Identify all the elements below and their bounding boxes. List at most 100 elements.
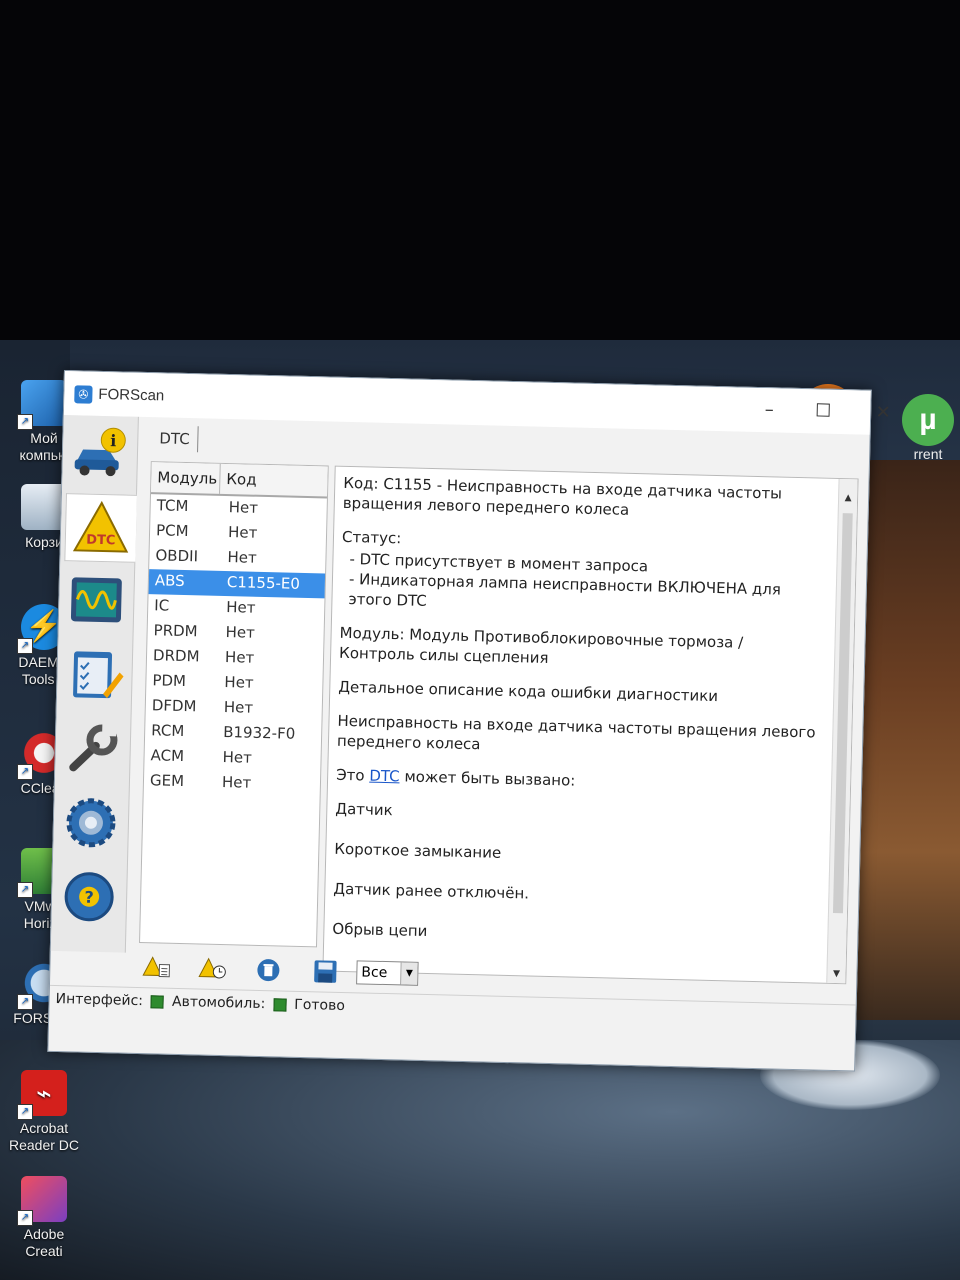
wrench-icon <box>69 724 118 772</box>
dtc-warning-icon: DTC <box>72 500 129 553</box>
chevron-down-icon[interactable]: ▼ <box>400 962 418 985</box>
nav-help[interactable]: ? <box>55 863 123 931</box>
computer-icon: ↗ <box>17 380 67 430</box>
svg-text:i: i <box>110 431 117 450</box>
column-header-code[interactable]: Код <box>220 464 263 495</box>
nav-service[interactable] <box>61 641 129 709</box>
interface-label: Интерфейс: <box>55 990 144 1010</box>
scroll-down-icon[interactable]: ▼ <box>830 969 842 979</box>
description-text: Неисправность на входе датчика частоты в… <box>336 711 816 754</box>
module-name: TCM <box>156 496 189 516</box>
minimize-button[interactable]: – <box>746 394 793 427</box>
desktop-icon-adobe-creative-cloud[interactable]: ↗ Adobe Creati <box>6 1176 82 1260</box>
desktop-icon-label: rrent <box>913 446 943 462</box>
tab-dtc[interactable]: DTC <box>151 425 199 453</box>
column-header-module[interactable]: Модуль <box>151 462 221 494</box>
filter-select[interactable]: Все ▼ <box>356 960 419 986</box>
nav-configuration[interactable] <box>59 715 127 783</box>
table-row[interactable]: GEM Нет <box>144 769 321 798</box>
dtc-info-button[interactable] <box>138 953 175 982</box>
settings-gear-icon <box>66 798 116 848</box>
desktop-icon-label: Adobe Creati <box>23 1226 65 1259</box>
module-code: Нет <box>221 772 252 792</box>
help-wheel-icon: ? <box>64 872 114 922</box>
nav-vehicle-info[interactable]: i <box>66 419 134 487</box>
module-code: Нет <box>222 747 253 767</box>
module-name: ACM <box>150 746 185 766</box>
dtc-link[interactable]: DTC <box>369 767 400 786</box>
acrobat-icon: ⌁ ↗ <box>17 1070 67 1120</box>
module-code: C1155-E0 <box>226 573 301 593</box>
module-name: GEM <box>149 771 185 791</box>
cause-item: Датчик ранее отключён. <box>333 879 530 903</box>
module-name: PDM <box>152 671 187 691</box>
shortcut-arrow-icon: ↗ <box>17 638 33 654</box>
cause-suffix: может быть вызвано: <box>404 767 576 790</box>
shortcut-arrow-icon: ↗ <box>17 1210 33 1226</box>
shortcut-arrow-icon: ↗ <box>17 994 33 1010</box>
module-code: Нет <box>224 673 254 692</box>
oscilloscope-icon <box>70 577 122 623</box>
nav-dtc[interactable]: DTC <box>64 493 137 563</box>
module-name: ABS <box>154 571 185 591</box>
shortcut-arrow-icon: ↗ <box>17 414 33 430</box>
module-name: OBDII <box>155 546 199 566</box>
dtc-code-line: Код: C1155 - Неисправность на входе датч… <box>342 473 783 519</box>
side-navigation: i DTC ? <box>50 415 139 953</box>
forscan-window: ✇ FORScan – ☐ ✕ i DTC ? DTC Модуль Код T… <box>47 370 891 1072</box>
save-button[interactable] <box>306 957 343 986</box>
svg-text:?: ? <box>84 888 94 907</box>
forscan-app-icon: ✇ <box>74 385 93 404</box>
utorrent-icon: µ <box>902 394 954 446</box>
dtc-icon-text: DTC <box>86 533 116 549</box>
filter-select-value: Все <box>361 964 388 982</box>
clear-dtc-button[interactable] <box>250 956 287 985</box>
vehicle-status-led <box>273 997 287 1012</box>
module-name: RCM <box>151 721 185 741</box>
bottom-toolbar: Все ▼ <box>138 951 419 990</box>
ready-label: Готово <box>294 996 346 1015</box>
clear-trash-icon <box>257 959 280 982</box>
shortcut-arrow-icon: ↗ <box>17 1104 33 1120</box>
dtc-detail-text: Код: C1155 - Неисправность на входе датч… <box>332 473 824 965</box>
warning-clock-icon <box>198 957 226 979</box>
interface-status-led <box>150 994 165 1009</box>
save-disk-icon <box>314 960 337 983</box>
module-name: DRDM <box>152 646 200 666</box>
warning-list-icon <box>142 956 171 978</box>
tab-strip: DTC <box>151 425 199 456</box>
checklist-icon <box>73 651 124 699</box>
module-line: Модуль: Модуль Противоблокировочные торм… <box>338 623 744 667</box>
maximize-button[interactable]: ☐ <box>800 395 847 428</box>
cause-item: Датчик <box>335 799 393 820</box>
nav-settings[interactable] <box>57 789 125 857</box>
module-code: Нет <box>228 498 259 517</box>
module-code: Нет <box>224 648 255 667</box>
desktop-icon-label: Acrobat Reader DC <box>8 1120 80 1153</box>
module-code: B1932-F0 <box>222 723 296 743</box>
desktop-icon-acrobat-reader[interactable]: ⌁ ↗ Acrobat Reader DC <box>6 1070 82 1154</box>
module-name: DFDM <box>151 696 197 716</box>
dtc-refresh-button[interactable] <box>194 954 231 983</box>
module-code: Нет <box>227 548 257 567</box>
module-name: IC <box>154 596 170 615</box>
desktop-icon-utorrent[interactable]: µ rrent <box>900 394 956 462</box>
module-list[interactable]: Модуль Код TCM Нет PCM Нет OBDII Нет ABS C11… <box>139 461 329 948</box>
cause-item: Короткое замыкание <box>334 839 502 862</box>
description-title: Детальное описание кода ошибки диагности… <box>338 677 719 706</box>
scrollbar-thumb[interactable] <box>832 513 853 914</box>
scroll-up-icon[interactable]: ▲ <box>842 493 854 503</box>
module-code: Нет <box>227 523 258 542</box>
detail-scrollbar[interactable]: ▲ ▼ <box>826 478 858 984</box>
module-code: Нет <box>225 623 256 642</box>
vehicle-label: Автомобиль: <box>171 993 266 1013</box>
creative-cloud-icon: ↗ <box>17 1176 67 1226</box>
cause-item: Обрыв цепи <box>332 919 428 941</box>
dtc-detail-panel[interactable]: Код: C1155 - Неисправность на входе датч… <box>322 465 859 985</box>
nav-oscilloscope[interactable] <box>63 567 131 635</box>
module-name: PRDM <box>153 621 198 641</box>
cause-prefix: Это <box>335 765 365 785</box>
close-button[interactable]: ✕ <box>860 396 907 429</box>
car-info-icon: i <box>74 427 126 477</box>
module-name: PCM <box>155 521 189 541</box>
